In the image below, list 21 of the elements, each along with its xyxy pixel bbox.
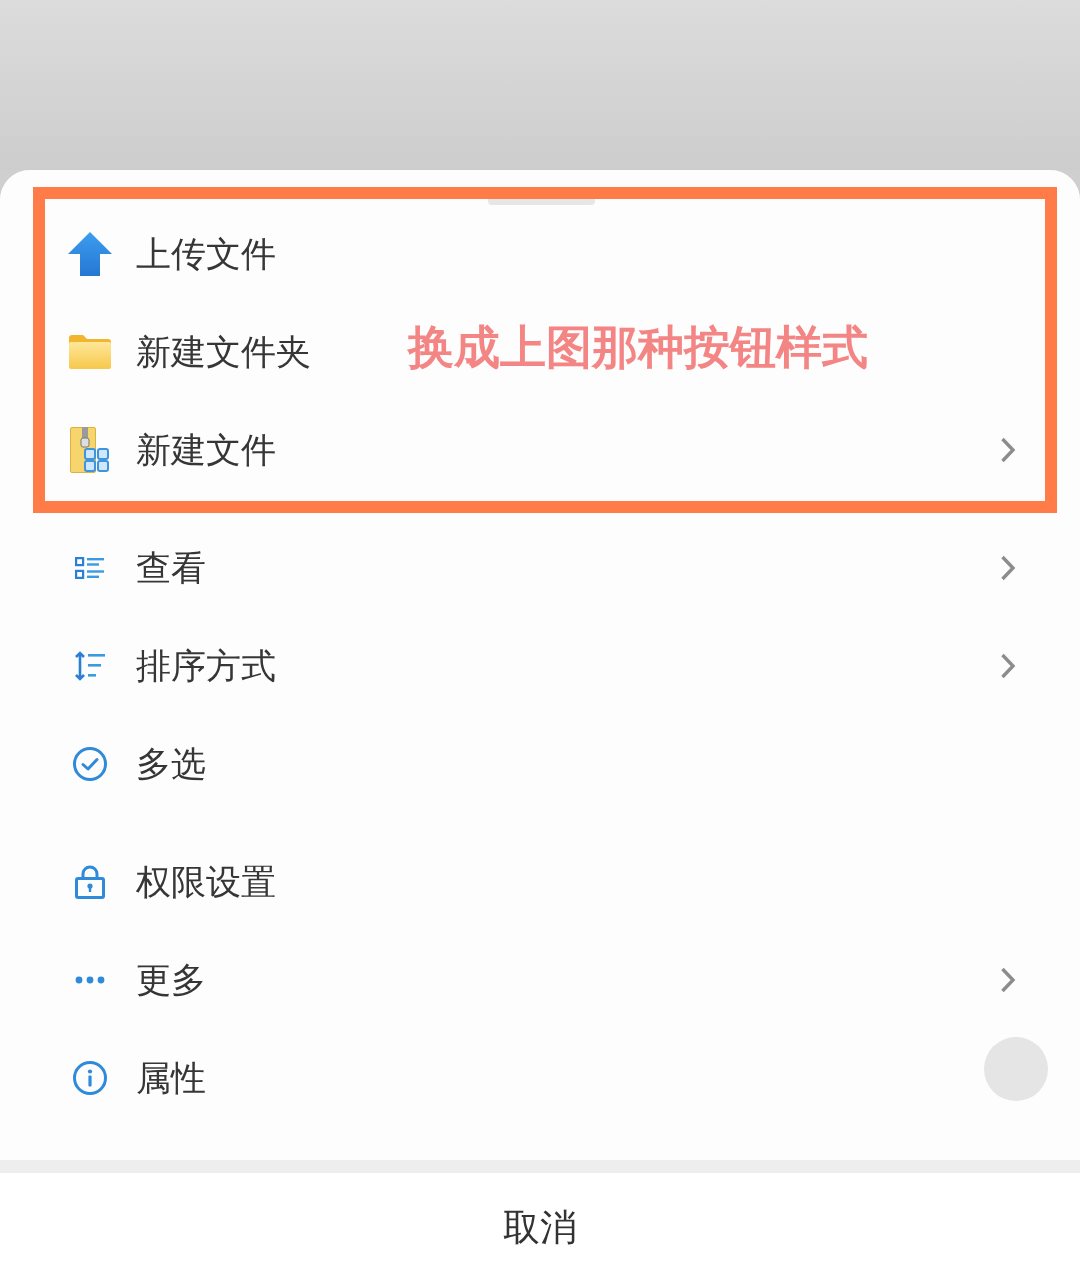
check-circle-icon [73, 747, 107, 781]
menu-item[interactable]: 查看 [45, 519, 1045, 617]
sort-icon [75, 651, 105, 681]
menu-item[interactable]: 更多 [45, 931, 1045, 1029]
info-icon [73, 1061, 107, 1095]
menu-item[interactable]: 属性 [45, 1029, 235, 1127]
menu-item[interactable]: 多选 [45, 715, 235, 813]
menu-item[interactable]: 新建文件 [45, 401, 1045, 499]
file-icon [70, 427, 110, 473]
menu-item[interactable]: 排序方式 [45, 617, 1045, 715]
list-view-icon [75, 557, 105, 579]
folder-icon [69, 335, 111, 369]
lock-icon [75, 865, 105, 899]
menu-item[interactable]: 新建文件夹 [45, 303, 340, 401]
menu-item[interactable]: 权限设置 [45, 833, 305, 931]
more-dots-icon [75, 976, 105, 984]
cancel-button[interactable]: 取消 [0, 1173, 1080, 1283]
menu-item[interactable]: 上传文件 [45, 205, 305, 303]
upload-arrow-icon [68, 232, 112, 276]
drag-handle[interactable] [488, 199, 595, 205]
annotation-text: 换成上图那种按钮样式 [408, 319, 868, 375]
